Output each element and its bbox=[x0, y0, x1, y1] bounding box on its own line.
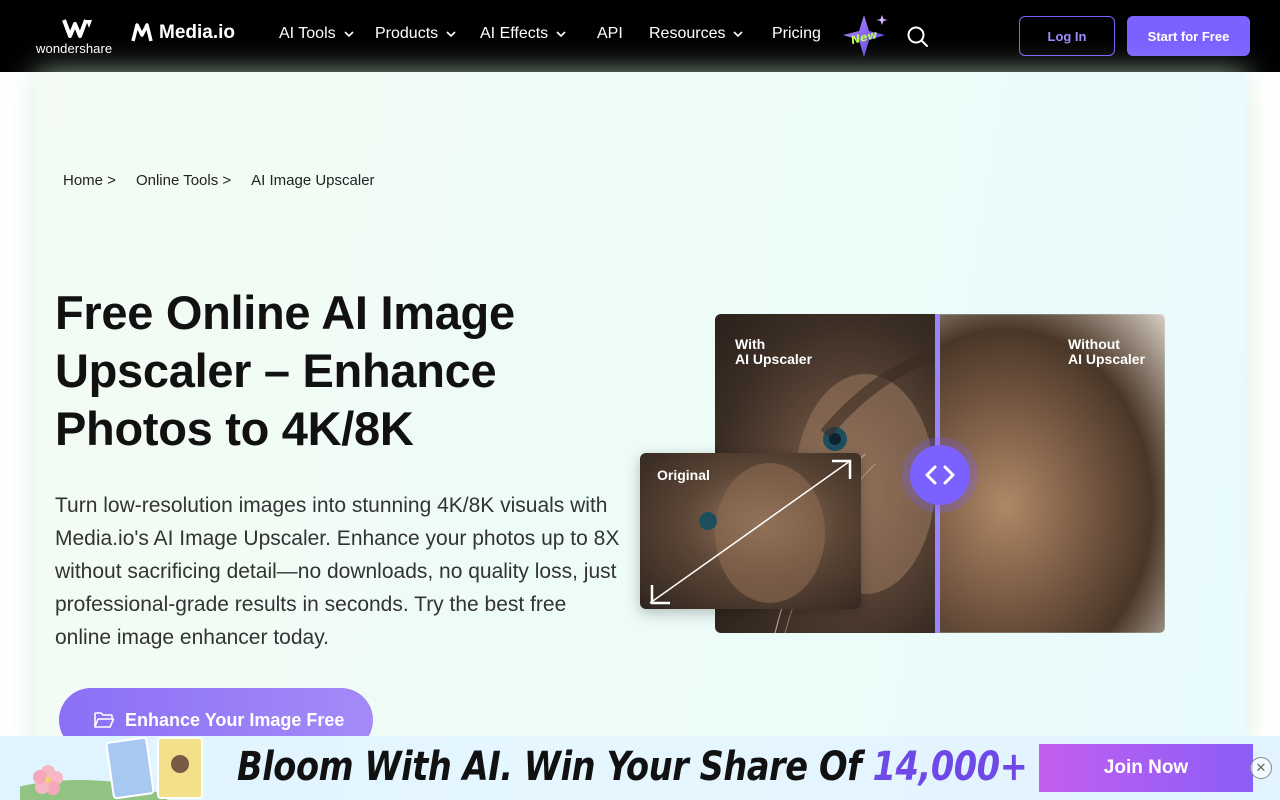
chevron-down-icon bbox=[344, 31, 354, 38]
wondershare-logo-icon bbox=[62, 19, 92, 38]
with-label-line2: AI Upscaler bbox=[735, 351, 813, 367]
hero-description: Turn low-resolution images into stunning… bbox=[55, 494, 620, 649]
nav-ai-tools-label: AI Tools bbox=[279, 25, 336, 42]
close-banner-button[interactable]: ✕ bbox=[1250, 757, 1272, 779]
join-now-button[interactable]: Join Now bbox=[1039, 744, 1253, 792]
nav-ai-effects-label: AI Effects bbox=[480, 25, 549, 42]
original-photo-thumbnail: Original bbox=[640, 453, 861, 609]
search-icon bbox=[907, 26, 928, 47]
breadcrumb: Home > Online Tools > AI Image Upscaler bbox=[63, 172, 375, 189]
chevron-down-icon bbox=[446, 31, 456, 38]
with-ai-label: With AI Upscaler bbox=[735, 337, 812, 367]
new-sparkle-icon: New bbox=[843, 15, 888, 57]
chevron-down-icon bbox=[733, 31, 744, 38]
breadcrumb-online-tools[interactable]: Online Tools > bbox=[136, 172, 231, 189]
nav-pricing-label: Pricing bbox=[772, 25, 821, 42]
nav-pricing[interactable]: Pricing bbox=[772, 25, 821, 43]
search-button[interactable] bbox=[906, 25, 930, 49]
compare-slider-handle[interactable] bbox=[910, 445, 970, 505]
mediaio-logo[interactable]: Media.io bbox=[131, 22, 235, 44]
code-arrows-icon bbox=[925, 465, 955, 485]
nav-api[interactable]: API bbox=[597, 25, 623, 43]
wondershare-logo[interactable]: wondershare bbox=[36, 18, 122, 58]
start-for-free-button[interactable]: Start for Free bbox=[1127, 16, 1250, 56]
breadcrumb-home[interactable]: Home > bbox=[63, 172, 116, 189]
mediaio-logo-text: Media.io bbox=[159, 22, 236, 43]
wondershare-text: wondershare bbox=[36, 41, 113, 56]
new-badge[interactable]: New bbox=[840, 13, 890, 61]
nav-resources[interactable]: Resources bbox=[649, 25, 744, 43]
nav-ai-effects[interactable]: AI Effects bbox=[480, 25, 566, 43]
promo-text-main: Bloom With AI. Win Your Share Of bbox=[237, 744, 873, 790]
nav-products[interactable]: Products bbox=[375, 25, 456, 43]
nav-ai-tools[interactable]: AI Tools bbox=[279, 25, 354, 43]
enhance-image-button-label: Enhance Your Image Free bbox=[125, 709, 345, 730]
top-navbar: wondershare Media.io AI Tools Products A… bbox=[0, 0, 1280, 72]
close-icon: ✕ bbox=[1255, 760, 1267, 775]
mediaio-logo-icon bbox=[131, 22, 153, 44]
chevron-down-icon bbox=[556, 31, 566, 38]
nav-api-label: API bbox=[597, 25, 623, 42]
without-label-line1: Without bbox=[1068, 336, 1120, 352]
flower-decoration-icon bbox=[20, 736, 203, 800]
login-button[interactable]: Log In bbox=[1019, 16, 1115, 56]
page-title: Free Online AI Image Upscaler – Enhance … bbox=[55, 286, 515, 455]
nav-products-label: Products bbox=[375, 25, 439, 42]
breadcrumb-current: AI Image Upscaler bbox=[251, 172, 375, 189]
folder-open-icon bbox=[94, 712, 115, 728]
without-ai-label: Without AI Upscaler bbox=[1068, 337, 1145, 367]
without-label-line2: AI Upscaler bbox=[1068, 351, 1146, 367]
nav-resources-label: Resources bbox=[649, 25, 726, 42]
original-label: Original bbox=[657, 467, 710, 483]
with-label-line1: With bbox=[735, 336, 766, 352]
